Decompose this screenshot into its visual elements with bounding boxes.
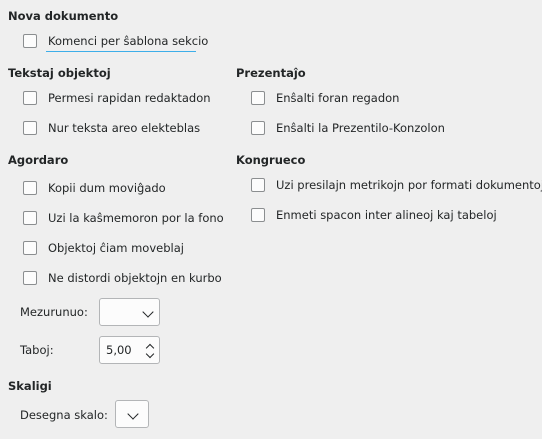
section-presentation-title: Prezentaĵo	[236, 66, 306, 80]
drawing-scale-label: Desegna skalo:	[20, 408, 108, 422]
enable-remote-control-label[interactable]: Enŝalti foran regadon	[276, 91, 399, 105]
spacing-paragraphs-tables-checkbox[interactable]	[251, 208, 265, 222]
enable-remote-control-checkbox[interactable]	[251, 91, 265, 105]
section-compatibility-title: Kongrueco	[236, 153, 306, 167]
only-text-area-selectable-checkbox[interactable]	[23, 121, 37, 135]
chevron-down-icon	[127, 408, 139, 420]
objects-always-movable-label[interactable]: Objektoj ĉiam moveblaj	[48, 241, 184, 255]
section-settings-title: Agordaro	[8, 153, 69, 167]
objects-always-movable-checkbox[interactable]	[23, 241, 37, 255]
allow-quick-editing-checkbox[interactable]	[23, 91, 37, 105]
tab-spinbox-value[interactable]: 5,00	[106, 343, 132, 357]
tab-spinbox[interactable]: 5,00	[99, 336, 160, 364]
only-text-area-selectable-label[interactable]: Nur teksta areo elekteblas	[48, 121, 200, 135]
use-background-cache-checkbox[interactable]	[23, 211, 37, 225]
spacing-paragraphs-tables-label[interactable]: Enmeti spacon inter alineoj kaj tabeloj	[276, 208, 497, 222]
enable-presenter-console-checkbox[interactable]	[251, 121, 265, 135]
no-distort-curve-checkbox[interactable]	[23, 271, 37, 285]
printer-metrics-checkbox[interactable]	[251, 178, 265, 192]
focus-underline	[46, 51, 196, 52]
section-new-document-title: Nova dokumento	[8, 9, 119, 23]
start-with-template-checkbox[interactable]	[23, 34, 37, 48]
section-text-objects-title: Tekstaj objektoj	[8, 66, 111, 80]
copy-when-moving-checkbox[interactable]	[23, 181, 37, 195]
unit-combobox[interactable]	[99, 298, 160, 326]
allow-quick-editing-label[interactable]: Permesi rapidan redaktadon	[48, 91, 211, 105]
start-with-template-label[interactable]: Komenci per ŝablona sekcio	[48, 34, 208, 48]
unit-label: Mezurunuo:	[20, 305, 88, 319]
copy-when-moving-label[interactable]: Kopii dum moviĝado	[48, 181, 166, 195]
tab-label: Taboj:	[20, 343, 54, 357]
chevron-down-icon	[142, 306, 154, 318]
chevron-down-icon[interactable]	[145, 349, 155, 359]
drawing-scale-combobox[interactable]	[115, 400, 149, 428]
use-background-cache-label[interactable]: Uzi la kaŝmemoron por la fono	[48, 211, 224, 225]
no-distort-curve-label[interactable]: Ne distordi objektojn en kurbo	[48, 271, 222, 285]
enable-presenter-console-label[interactable]: Enŝalti la Prezentilo-Konzolon	[276, 121, 445, 135]
printer-metrics-label[interactable]: Uzi presilajn metrikojn por formati doku…	[276, 178, 542, 192]
section-scale-title: Skaligi	[8, 379, 52, 393]
